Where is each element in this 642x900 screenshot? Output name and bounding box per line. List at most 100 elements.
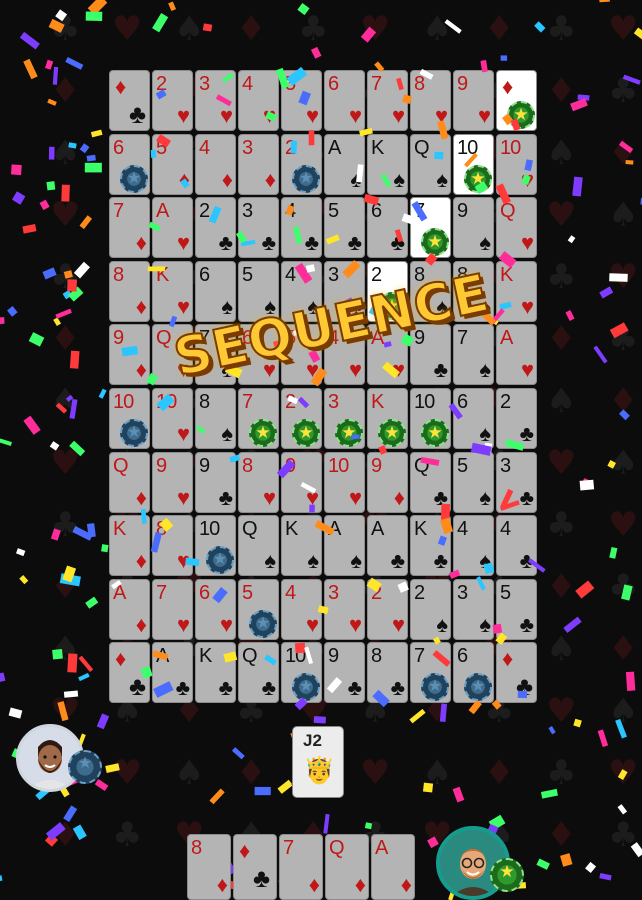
- board-card[interactable]: 9 ♥: [152, 451, 193, 513]
- hand-card[interactable]: 7 ♦: [279, 834, 323, 900]
- board-card[interactable]: 8 ♣: [367, 642, 408, 704]
- board-card[interactable]: 5 ♣: [496, 578, 537, 640]
- board-card[interactable]: 4 ♦: [195, 133, 236, 195]
- board-card[interactable]: 5 ♠: [453, 451, 494, 513]
- board-card[interactable]: 9 ♥: [281, 451, 322, 513]
- bg-suit-icon: ♣: [50, 257, 80, 297]
- card-suit-icon: ♣: [433, 484, 448, 510]
- bg-suit-icon: ♥: [546, 195, 576, 235]
- board-card[interactable]: 4 ♣: [496, 515, 537, 577]
- board-card[interactable]: 9 ♣: [195, 451, 236, 513]
- bg-suit-icon: ♠: [422, 9, 452, 49]
- board-card[interactable]: 3 ♣: [496, 451, 537, 513]
- player-right-chip: [490, 858, 524, 892]
- board-card[interactable]: 7♠: [410, 197, 451, 259]
- board-card[interactable]: 2♦: [281, 133, 322, 195]
- board-card[interactable]: Q ♠: [410, 133, 451, 195]
- board-card[interactable]: 8 ♥: [152, 515, 193, 577]
- board-card[interactable]: 6♦: [109, 133, 150, 195]
- card-rank: 5: [242, 581, 253, 604]
- discard-pile-jack-card[interactable]: J2 🤴: [292, 726, 344, 798]
- board-card[interactable]: 7♥: [152, 578, 193, 640]
- board-card[interactable]: 6 ♠: [453, 387, 494, 449]
- board-card[interactable]: A ♣: [152, 642, 193, 704]
- board-card[interactable]: A ♥: [152, 197, 193, 259]
- board-card[interactable]: 5 ♣: [324, 197, 365, 259]
- board-card[interactable]: 9 ♥: [453, 70, 494, 131]
- board-card[interactable]: 10♣: [281, 642, 322, 704]
- card-rank: 10: [500, 136, 521, 159]
- board-card[interactable]: 8 ♥: [238, 451, 279, 513]
- hand-card[interactable]: 8 ♦: [187, 834, 231, 900]
- board-card[interactable]: 8 ♥: [410, 70, 451, 131]
- green-chip-icon: [249, 418, 277, 447]
- card-suit-icon: ♠: [479, 230, 491, 256]
- hand-card[interactable]: Q ♦: [325, 834, 369, 900]
- board-card[interactable]: A ♦: [109, 578, 150, 640]
- board-card[interactable]: 5♥: [281, 70, 322, 131]
- blue-chip-icon: [292, 164, 320, 193]
- board-card[interactable]: K ♠: [281, 515, 322, 577]
- board-card[interactable]: 4 ♥: [281, 578, 322, 640]
- hand-card[interactable]: A ♦: [371, 834, 415, 900]
- board-card[interactable]: 3♥: [195, 70, 236, 131]
- board-card[interactable]: A ♣: [367, 515, 408, 577]
- board-card[interactable]: 4 ♥: [238, 70, 279, 131]
- board-card[interactable]: A ♠: [324, 515, 365, 577]
- board-card[interactable]: 10♦: [109, 387, 150, 449]
- board-card[interactable]: 10♠: [195, 515, 236, 577]
- board-card[interactable]: 8 ♦: [109, 260, 150, 322]
- board-card[interactable]: A ♥: [496, 324, 537, 386]
- board-card[interactable]: 3 ♣: [238, 197, 279, 259]
- board-card[interactable]: 2♥: [152, 70, 193, 131]
- board-card[interactable]: ♦♣: [109, 642, 150, 704]
- board-card[interactable]: 3♥: [324, 578, 365, 640]
- board-card[interactable]: Q ♥: [496, 197, 537, 259]
- card-rank: 7: [113, 200, 124, 223]
- board-card[interactable]: 10 ♥: [496, 133, 537, 195]
- board-card[interactable]: K ♠: [367, 133, 408, 195]
- hand-card[interactable]: ♦ ♣: [233, 834, 277, 900]
- board-card[interactable]: 7♥: [367, 70, 408, 131]
- board-card[interactable]: 2♥: [281, 387, 322, 449]
- board-card[interactable]: 10 ♥: [324, 451, 365, 513]
- board-card[interactable]: 2♠: [410, 578, 451, 640]
- board-card[interactable]: 9 ♦: [367, 451, 408, 513]
- board-card[interactable]: 6♣: [367, 197, 408, 259]
- board-card[interactable]: K♦: [367, 387, 408, 449]
- board-card[interactable]: 10♠: [453, 133, 494, 195]
- board-card[interactable]: A ♠: [324, 133, 365, 195]
- board-card[interactable]: ♦♣: [496, 642, 537, 704]
- board-card[interactable]: Q ♣: [410, 451, 451, 513]
- board-card[interactable]: 5 ♦: [152, 133, 193, 195]
- board-card[interactable]: K ♣: [410, 515, 451, 577]
- board-card[interactable]: 2 ♣: [496, 387, 537, 449]
- board-card[interactable]: 9 ♦: [109, 324, 150, 386]
- board-card[interactable]: 3 ♦: [238, 133, 279, 195]
- board-card[interactable]: 10♣: [410, 387, 451, 449]
- board-card[interactable]: Q ♣: [238, 642, 279, 704]
- board-card[interactable]: 6 ♥: [324, 70, 365, 131]
- board-card[interactable]: 4 ♠: [453, 515, 494, 577]
- board-card[interactable]: 9 ♣: [324, 642, 365, 704]
- card-suit-icon: ♥: [219, 611, 233, 637]
- board-card[interactable]: 2♥: [367, 578, 408, 640]
- board-card[interactable]: 5♥: [238, 578, 279, 640]
- board-card[interactable]: 9 ♠: [453, 197, 494, 259]
- board-card[interactable]: ♦♣: [109, 70, 150, 131]
- board-card[interactable]: K♦: [109, 515, 150, 577]
- board-card[interactable]: 6 ♥: [195, 578, 236, 640]
- board-card[interactable]: 3 ♠: [453, 578, 494, 640]
- board-card[interactable]: 7♥: [238, 387, 279, 449]
- board-card[interactable]: 3♥: [324, 387, 365, 449]
- board-card[interactable]: K ♥: [496, 260, 537, 322]
- board-card[interactable]: 6♣: [453, 642, 494, 704]
- board-card[interactable]: K ♣: [195, 642, 236, 704]
- board-card[interactable]: 2 ♣: [195, 197, 236, 259]
- board-card[interactable]: 4 ♣: [281, 197, 322, 259]
- board-card[interactable]: 7 ♦: [109, 197, 150, 259]
- board-card[interactable]: Q ♦: [109, 451, 150, 513]
- board-card[interactable]: ♦♣: [496, 70, 537, 131]
- board-card[interactable]: Q ♠: [238, 515, 279, 577]
- board-card[interactable]: 7♣: [410, 642, 451, 704]
